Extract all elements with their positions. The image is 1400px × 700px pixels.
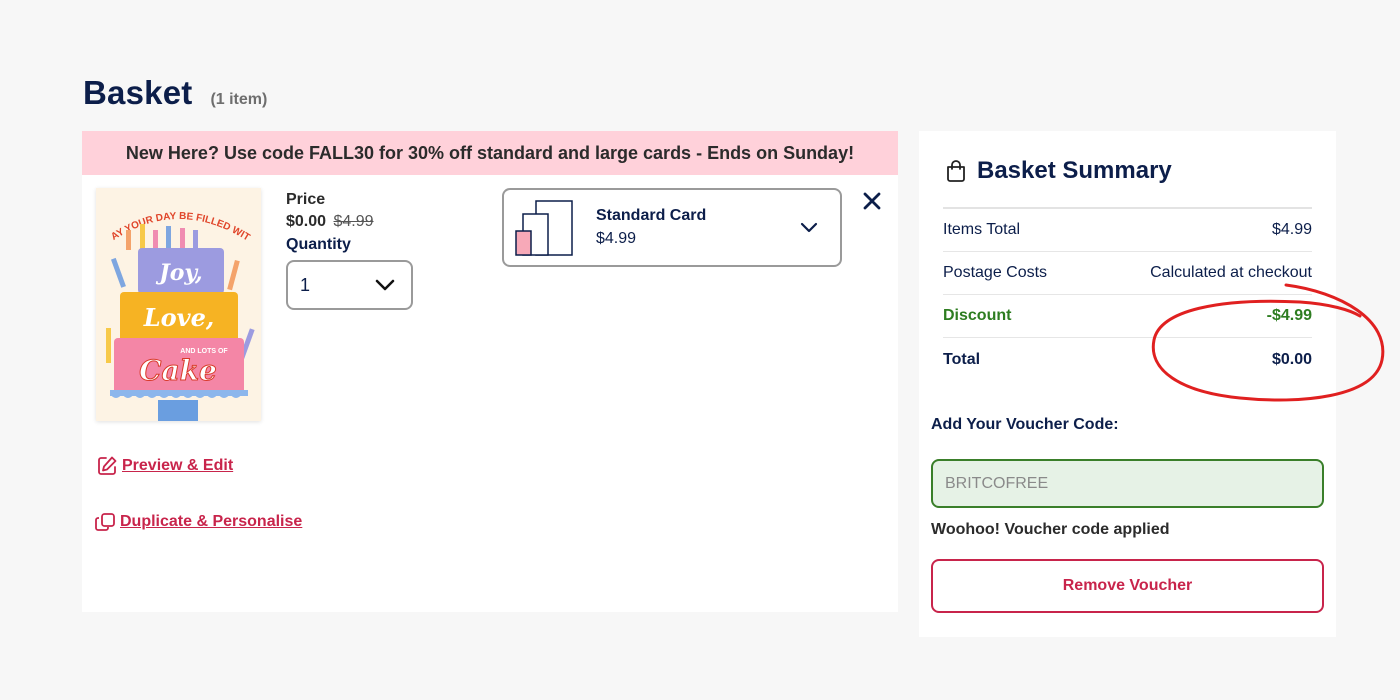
summary-row-postage: Postage Costs Calculated at checkout (943, 252, 1312, 295)
voucher-label: Add Your Voucher Code: (931, 416, 1119, 433)
voucher-success-message: Woohoo! Voucher code applied (931, 521, 1170, 538)
price-label: Price (286, 191, 326, 208)
card-artwork-image: MAY YOUR DAY BE FILLED WITH Joy, Love, A… (96, 188, 261, 421)
card-size-select[interactable]: Standard Card $4.99 (502, 188, 842, 267)
card-size-text: Standard Card $4.99 (596, 207, 800, 248)
close-icon (863, 192, 881, 210)
item-count: (1 item) (210, 91, 268, 108)
summary-title: Basket Summary (977, 157, 1172, 184)
chevron-down-icon (800, 222, 818, 233)
voucher-code-input[interactable] (931, 459, 1324, 508)
shopping-bag-icon (947, 160, 965, 182)
duplicate-personalise-link[interactable]: Duplicate & Personalise (94, 512, 302, 532)
summary-row-label: Total (943, 350, 981, 368)
svg-text:Cake: Cake (139, 354, 217, 387)
summary-rows: Items Total $4.99 Postage Costs Calculat… (943, 209, 1312, 381)
price-block: Price $0.00 $4.99 Quantity 1 (286, 191, 413, 310)
preview-edit-label: Preview & Edit (122, 457, 234, 474)
duplicate-personalise-label: Duplicate & Personalise (120, 513, 303, 530)
summary-row-items-total: Items Total $4.99 (943, 209, 1312, 252)
summary-row-label: Discount (943, 307, 1012, 324)
basket-items-panel: New Here? Use code FALL30 for 30% off st… (82, 131, 898, 612)
summary-row-value: $4.99 (1271, 221, 1312, 238)
summary-header: Basket Summary (945, 157, 1172, 185)
quantity-value: 1 (300, 274, 311, 295)
summary-row-label: Postage Costs (943, 264, 1048, 281)
summary-row-value: Calculated at checkout (1150, 264, 1312, 281)
duplicate-icon (95, 513, 115, 531)
price-row: $0.00 $4.99 (286, 213, 413, 231)
summary-row-value: $0.00 (1271, 350, 1312, 368)
chevron-down-icon (375, 279, 395, 291)
basket-summary-panel: Basket Summary Items Total $4.99 Postage… (919, 131, 1336, 637)
summary-row-value: -$4.99 (1266, 307, 1312, 324)
svg-text:Love,: Love, (143, 303, 214, 332)
preview-edit-link[interactable]: Preview & Edit (96, 455, 233, 477)
summary-row-total: Total $0.00 (943, 338, 1312, 381)
remove-item-button[interactable] (860, 189, 884, 213)
remove-voucher-button[interactable]: Remove Voucher (931, 559, 1324, 613)
quantity-label: Quantity (286, 236, 351, 253)
quantity-select[interactable]: 1 (286, 260, 413, 310)
edit-icon (98, 456, 117, 475)
price-current: $0.00 (286, 213, 327, 230)
page-title: Basket (83, 74, 193, 111)
summary-row-label: Items Total (943, 221, 1021, 238)
promo-banner: New Here? Use code FALL30 for 30% off st… (82, 131, 898, 175)
card-size-price: $4.99 (596, 230, 637, 247)
summary-row-discount: Discount -$4.99 (943, 295, 1312, 338)
price-original: $4.99 (333, 213, 374, 230)
card-thumbnail[interactable]: MAY YOUR DAY BE FILLED WITH Joy, Love, A… (96, 188, 261, 421)
card-size-icon (515, 199, 573, 256)
page-header: Basket (1 item) (83, 74, 267, 112)
card-size-name: Standard Card (596, 207, 707, 224)
svg-text:Joy,: Joy, (155, 260, 202, 286)
